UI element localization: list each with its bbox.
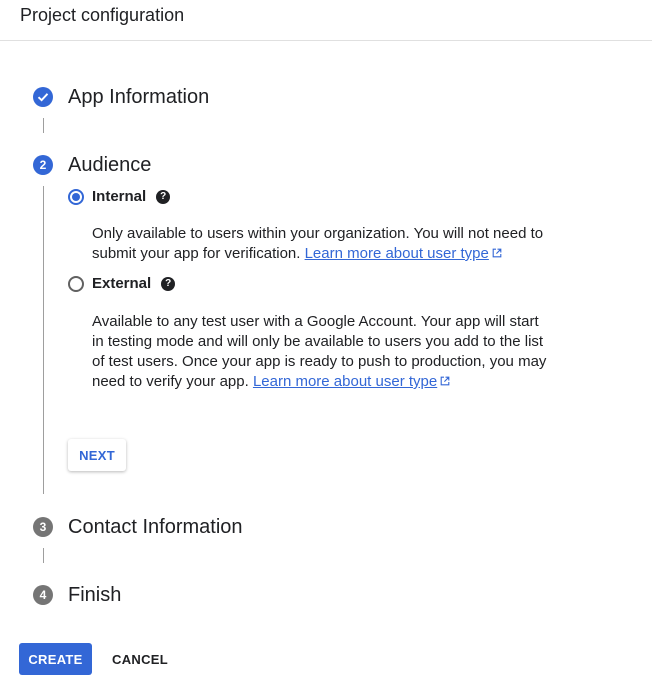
next-button[interactable]: NEXT [68, 439, 126, 471]
external-link-icon [492, 248, 502, 258]
internal-label[interactable]: Internal [92, 188, 146, 205]
external-description: Available to any test user with a Google… [92, 312, 552, 392]
external-label[interactable]: External [92, 275, 151, 292]
learn-more-user-type-link[interactable]: Learn more about user type [305, 245, 502, 262]
help-icon[interactable]: ? [161, 276, 176, 291]
page-header: Project configuration [0, 0, 652, 41]
step-connector [43, 548, 44, 563]
step-number-badge: 4 [33, 585, 53, 605]
project-configuration-page: Project configuration App Information 2 … [0, 0, 652, 698]
internal-option: Internal ? [68, 188, 171, 205]
step-title-app-information[interactable]: App Information [68, 86, 209, 109]
step-title-finish[interactable]: Finish [68, 584, 121, 607]
cancel-button[interactable]: CANCEL [107, 643, 173, 675]
internal-radio[interactable] [68, 188, 84, 205]
step-title-contact-information[interactable]: Contact Information [68, 516, 243, 539]
help-icon[interactable]: ? [156, 189, 171, 204]
step-connector [43, 118, 44, 133]
step-connector [43, 186, 44, 494]
external-radio[interactable] [68, 275, 84, 292]
create-button[interactable]: CREATE [19, 643, 92, 675]
step-number-badge: 2 [33, 155, 53, 175]
step-title-audience: Audience [68, 154, 152, 176]
external-option: External ? [68, 275, 176, 292]
step-complete-check-icon [33, 87, 53, 107]
page-title: Project configuration [20, 5, 185, 25]
learn-more-user-type-link[interactable]: Learn more about user type [253, 373, 450, 390]
step-number-badge: 3 [33, 517, 53, 537]
link-label: Learn more about user type [304, 245, 489, 262]
external-link-icon [440, 376, 450, 386]
link-label: Learn more about user type [252, 373, 438, 390]
internal-description: Only available to users within your orga… [92, 224, 552, 264]
check-icon [37, 93, 49, 102]
